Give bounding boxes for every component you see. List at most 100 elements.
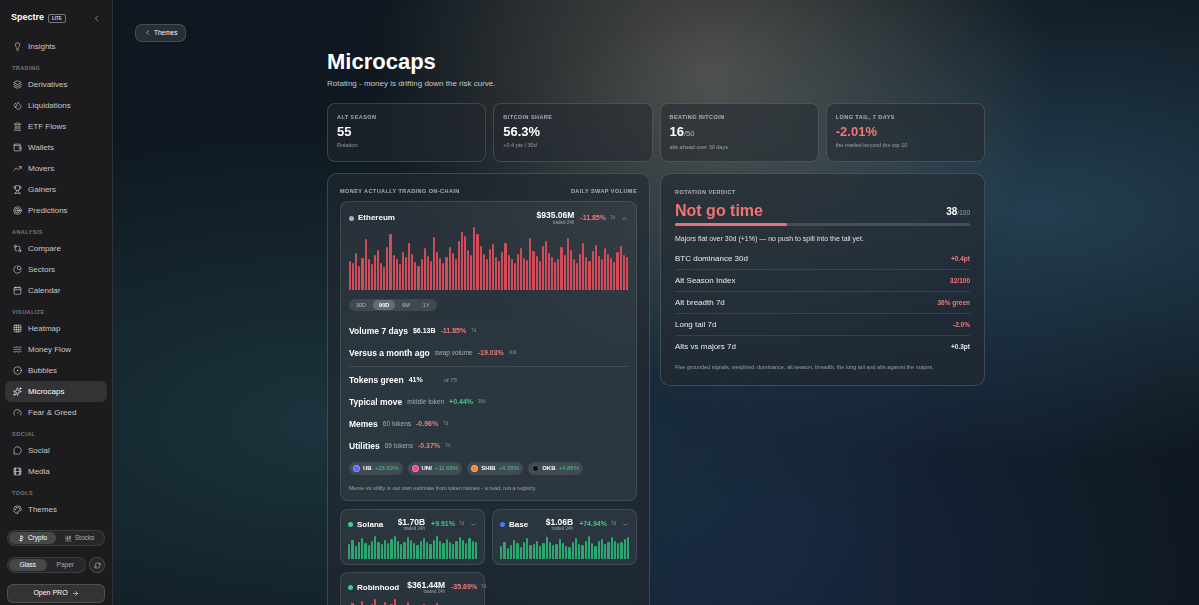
sidebar-item[interactable]: Movers (5, 158, 107, 179)
chain-dot (500, 522, 505, 527)
sidebar-item[interactable]: ETF Flows (5, 116, 107, 137)
chart-bar (564, 255, 566, 290)
collapse-icon[interactable] (92, 14, 101, 23)
chart-bar (455, 541, 457, 558)
chart-bar (539, 261, 541, 290)
chain-header[interactable]: Base$1.06Btraded 24h+74.94%7d (500, 517, 629, 533)
chevron-icon[interactable] (622, 521, 629, 528)
chart-bar (581, 545, 583, 559)
chart-bar (614, 541, 616, 559)
chain-header[interactable]: Robinhood$361.44Mtraded 24h-35.69%7d (348, 580, 477, 596)
sidebar-item[interactable]: Themes (5, 499, 107, 520)
sidebar-footer: CryptoStocks GlassPaper Open PRO (0, 524, 112, 605)
nav-icon (13, 164, 22, 173)
chart-bar (476, 234, 478, 291)
sidebar-item[interactable]: Gainers (5, 179, 107, 200)
chart-bar (413, 543, 415, 558)
chart-bar (582, 243, 584, 290)
sidebar-item[interactable]: Fear & Greed (5, 402, 107, 423)
signal-row: Alt Season Index32/100 (675, 270, 970, 292)
range-tab[interactable]: 90D (373, 300, 395, 310)
chain-card: Base$1.06Btraded 24h+74.94%7d (492, 509, 637, 565)
chart-bar (371, 541, 373, 558)
chart-bar (381, 544, 383, 558)
metric-label: Memes (349, 418, 378, 431)
sidebar-item[interactable]: Compare (5, 238, 107, 259)
sidebar-item[interactable]: Wallets (5, 137, 107, 158)
chart-bar (399, 264, 401, 290)
sidebar-item[interactable]: Derivatives (5, 74, 107, 95)
range-tab[interactable]: 30D (350, 300, 372, 310)
sidebar-item[interactable]: Predictions (5, 200, 107, 221)
nav-icon (13, 324, 22, 333)
chain-card: Robinhood$361.44Mtraded 24h-35.69%7d (340, 572, 485, 605)
chart-bar (573, 259, 575, 291)
chevron-icon[interactable] (470, 521, 477, 528)
sidebar-header: SpectreLITE (0, 0, 112, 36)
sidebar-item[interactable]: Sectors (5, 259, 107, 280)
sidebar-item[interactable]: Liquidations (5, 95, 107, 116)
chart-bar (570, 250, 572, 290)
sidebar-section: ANALYSISCompareSectorsCalendar (0, 221, 112, 301)
metric-change: -0.96% (416, 419, 438, 430)
sidebar-item[interactable]: Heatmap (5, 318, 107, 339)
chain-name: Ethereum (358, 212, 395, 224)
chart-bar (407, 602, 409, 605)
chart-bar (352, 263, 354, 290)
sidebar-item[interactable]: Media (5, 461, 107, 482)
chart-bar (436, 252, 438, 290)
refresh-button[interactable] (89, 557, 105, 573)
token-chip[interactable]: UNI+11.68% (408, 462, 463, 475)
sidebar-item[interactable]: Money Flow (5, 339, 107, 360)
chart-bar (585, 257, 587, 291)
chart-bar (595, 245, 597, 290)
verdict-panel: ROTATION VERDICTNot go time38/100Majors … (660, 173, 985, 386)
metric-value: 69 tokens (385, 441, 413, 451)
brand[interactable]: Spectre (11, 11, 44, 25)
toggle-option[interactable]: Stocks (56, 532, 103, 544)
chart-bar (436, 603, 438, 605)
chart-bar (588, 536, 590, 559)
token-chip[interactable]: SHIB+6.95% (467, 462, 523, 475)
sidebar-item[interactable]: Social (5, 440, 107, 461)
chart-bar (429, 544, 431, 558)
toggle-option[interactable]: Glass (9, 559, 47, 571)
metric-label: Typical move (349, 396, 402, 409)
chart-bar (439, 258, 441, 290)
chain-header[interactable]: Solana$1.70Btraded 24h+9.91%7d (348, 517, 477, 533)
open-pro-button[interactable]: Open PRO (7, 584, 105, 603)
token-icon (471, 465, 478, 472)
chain-card: Solana$1.70Btraded 24h+9.91%7d (340, 509, 485, 565)
token-chip[interactable]: UB+26.93% (349, 462, 403, 475)
sidebar-item[interactable]: Insights (5, 36, 107, 57)
app: SpectreLITEInsightsTRADINGDerivativesLiq… (0, 0, 1199, 605)
chain-volume-label: traded 24h (553, 221, 575, 226)
chart-bar (365, 239, 367, 290)
chart-bar (498, 261, 500, 290)
chevron-icon[interactable] (621, 215, 628, 222)
chart-bar (377, 250, 379, 290)
back-button[interactable]: Themes (135, 24, 186, 42)
toggle-option[interactable]: Paper (47, 559, 85, 571)
chart-bar (601, 259, 603, 290)
range-tab[interactable]: 6M (396, 300, 416, 310)
arrow-right-icon (72, 590, 79, 597)
chart-bar (526, 538, 528, 558)
chart-bar (449, 542, 451, 558)
toggle-option[interactable]: Crypto (9, 532, 56, 544)
chart-bar (394, 599, 396, 605)
chart-bar (592, 251, 594, 290)
range-tab[interactable]: 1Y (417, 300, 436, 310)
chart-bar (510, 545, 512, 559)
chart-bar (423, 604, 425, 605)
chain-header[interactable]: Ethereum$935.06Mtraded 24h-11.85%7d (349, 210, 628, 226)
chart-bar (420, 541, 422, 558)
chart-bar (500, 546, 502, 558)
token-chip[interactable]: OKB+4.88% (528, 462, 583, 475)
chart-bar (374, 536, 376, 558)
signal-row: BTC dominance 30d+0.4pt (675, 248, 970, 270)
chart-bar (495, 257, 497, 291)
sidebar-item[interactable]: Calendar (5, 280, 107, 301)
sidebar-item[interactable]: Microcaps (5, 381, 107, 402)
sidebar-item[interactable]: Bubbles (5, 360, 107, 381)
